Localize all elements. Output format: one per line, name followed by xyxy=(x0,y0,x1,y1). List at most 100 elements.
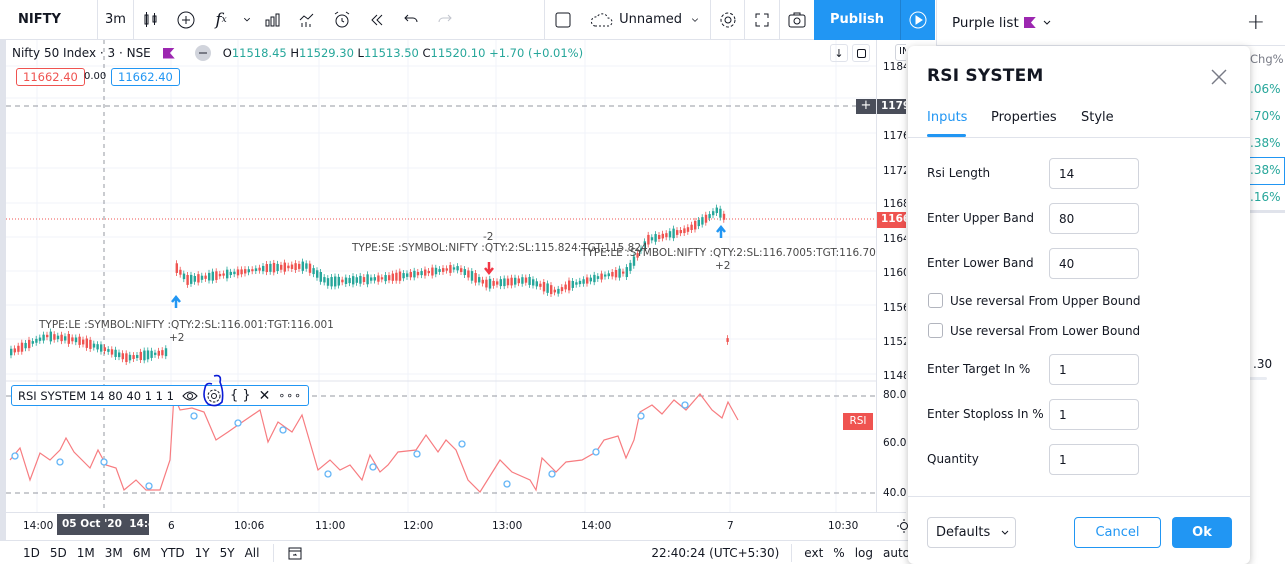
cancel-button[interactable]: Cancel xyxy=(1074,517,1161,548)
publish-button[interactable]: Publish xyxy=(814,0,900,40)
alert-icon[interactable] xyxy=(324,0,360,40)
lower-band-input[interactable]: 40 xyxy=(1049,248,1139,279)
candle-body xyxy=(193,275,196,282)
candle-body xyxy=(218,273,222,277)
price-chart[interactable]: TYPE:LE :SYMBOL:NIFTY :QTY:2:SL:116.001:… xyxy=(6,40,876,512)
watch-value[interactable]: .70% xyxy=(1250,109,1281,123)
sell-button[interactable]: 11662.40 xyxy=(16,68,85,86)
settings-icon[interactable] xyxy=(203,374,224,406)
remove-icon[interactable]: ✕ xyxy=(259,388,271,404)
candle-body xyxy=(359,275,362,284)
candle-body xyxy=(125,353,128,363)
rsi-signal-marker xyxy=(548,470,556,478)
watch-value[interactable]: .38% xyxy=(1250,136,1281,150)
compare-icon[interactable] xyxy=(290,0,324,40)
candle-body xyxy=(42,334,45,341)
range-1m[interactable]: 1M xyxy=(77,546,95,560)
fullscreen-icon[interactable] xyxy=(745,0,780,40)
candle-body xyxy=(402,273,405,279)
lower-reversal-checkbox[interactable] xyxy=(928,323,943,338)
column-header-chg[interactable]: Chg% xyxy=(1250,52,1284,66)
source-code-icon[interactable]: { } xyxy=(230,388,251,403)
quantity-input[interactable]: 1 xyxy=(1049,444,1139,475)
layout-icon[interactable] xyxy=(545,0,581,40)
indicators-icon[interactable]: fx xyxy=(204,0,238,40)
camera-icon[interactable] xyxy=(780,0,814,40)
log-toggle[interactable]: log xyxy=(855,546,873,560)
field-label: Rsi Length xyxy=(927,166,991,180)
rsi-length-input[interactable]: 14 xyxy=(1049,158,1139,189)
range-3m[interactable]: 3M xyxy=(105,546,123,560)
goto-date-icon[interactable] xyxy=(288,546,302,560)
candle-body xyxy=(298,263,301,269)
symbol-description[interactable]: Nifty 50 Index · 3 · NSE xyxy=(12,46,151,60)
close-icon[interactable] xyxy=(1210,68,1228,86)
tab-properties[interactable]: Properties xyxy=(991,110,1057,125)
time-tick: 14:00 xyxy=(581,520,612,532)
candle-body xyxy=(89,339,92,349)
watch-value[interactable]: .38% xyxy=(1250,163,1281,177)
buy-button[interactable]: 11662.40 xyxy=(111,68,180,86)
maximize-pane-icon[interactable] xyxy=(852,44,870,62)
percent-toggle[interactable]: % xyxy=(833,546,844,560)
chevron-down-icon[interactable] xyxy=(238,0,256,40)
target-input[interactable]: 1 xyxy=(1049,354,1139,385)
defaults-dropdown[interactable]: Defaults xyxy=(927,517,1016,548)
eye-icon[interactable] xyxy=(182,390,198,402)
flag-icon[interactable] xyxy=(162,47,175,59)
ext-toggle[interactable]: ext xyxy=(804,546,823,560)
range-ytd[interactable]: YTD xyxy=(161,546,185,560)
candle-body xyxy=(74,337,78,343)
range-all[interactable]: All xyxy=(245,546,260,560)
range-5d[interactable]: 5D xyxy=(50,546,67,560)
long-entry-qty: +2 xyxy=(169,332,184,344)
symbol-search-button[interactable]: NIFTY xyxy=(0,0,98,40)
watchlist-title[interactable]: Purple list xyxy=(952,15,1019,31)
price-axis[interactable]: INR 11840 11760 11720 11680 11640 11600 … xyxy=(876,40,906,512)
candle-body xyxy=(244,269,247,274)
collapse-icon[interactable] xyxy=(194,45,211,61)
chevron-down-icon[interactable] xyxy=(1042,18,1052,28)
upper-band-input[interactable]: 80 xyxy=(1049,203,1139,234)
add-crosshair-icon[interactable]: + xyxy=(856,99,876,114)
candle-body xyxy=(668,231,672,238)
range-5y[interactable]: 5Y xyxy=(220,546,235,560)
checkbox-label[interactable]: Use reversal From Lower Bound xyxy=(950,324,1140,338)
arrow-down-icon[interactable]: ↓ xyxy=(830,44,848,62)
more-icon[interactable]: ∘∘∘ xyxy=(278,389,302,402)
range-1d[interactable]: 1D xyxy=(23,546,40,560)
candle-body xyxy=(157,350,160,356)
redo-icon[interactable] xyxy=(428,0,462,40)
candle-body xyxy=(557,288,560,294)
price-tick: 11680 xyxy=(883,198,906,210)
gear-icon[interactable] xyxy=(711,0,745,40)
undo-icon[interactable] xyxy=(394,0,428,40)
ok-button[interactable]: Ok xyxy=(1172,517,1232,548)
candle-body xyxy=(604,274,607,277)
interval-button[interactable]: 3m xyxy=(98,0,134,40)
play-icon[interactable] xyxy=(900,0,935,40)
watch-value[interactable]: .06% xyxy=(1250,82,1281,96)
auto-toggle[interactable]: auto xyxy=(883,546,910,560)
time-tick: 6 xyxy=(168,520,175,532)
indicator-legend[interactable]: RSI SYSTEM 14 80 40 1 1 1 { } ✕ ∘∘∘ xyxy=(11,374,310,406)
upper-reversal-checkbox[interactable] xyxy=(928,293,943,308)
candle-body xyxy=(319,272,322,282)
replay-icon[interactable] xyxy=(360,0,394,40)
time-axis[interactable]: 14:00 05 Oct '20 14:45 6 10:06 11:00 12:… xyxy=(6,512,908,540)
tab-style[interactable]: Style xyxy=(1081,110,1114,125)
layout-name-button[interactable]: Unnamed xyxy=(581,0,711,40)
clock[interactable]: 22:40:24 (UTC+5:30) xyxy=(651,546,779,560)
candles-icon[interactable] xyxy=(134,0,168,40)
range-1y[interactable]: 1Y xyxy=(195,546,210,560)
add-symbol-icon[interactable]: + xyxy=(1247,10,1265,35)
checkbox-label[interactable]: Use reversal From Upper Bound xyxy=(950,294,1141,308)
stoploss-input[interactable]: 1 xyxy=(1049,399,1139,430)
range-6m[interactable]: 6M xyxy=(133,546,151,560)
watch-value[interactable]: .16% xyxy=(1250,190,1281,204)
add-symbol-icon[interactable] xyxy=(168,0,204,40)
currency-button[interactable]: INR xyxy=(895,44,906,61)
candle-body xyxy=(377,275,380,282)
tab-inputs[interactable]: Inputs xyxy=(927,110,967,125)
templates-icon[interactable] xyxy=(256,0,290,40)
